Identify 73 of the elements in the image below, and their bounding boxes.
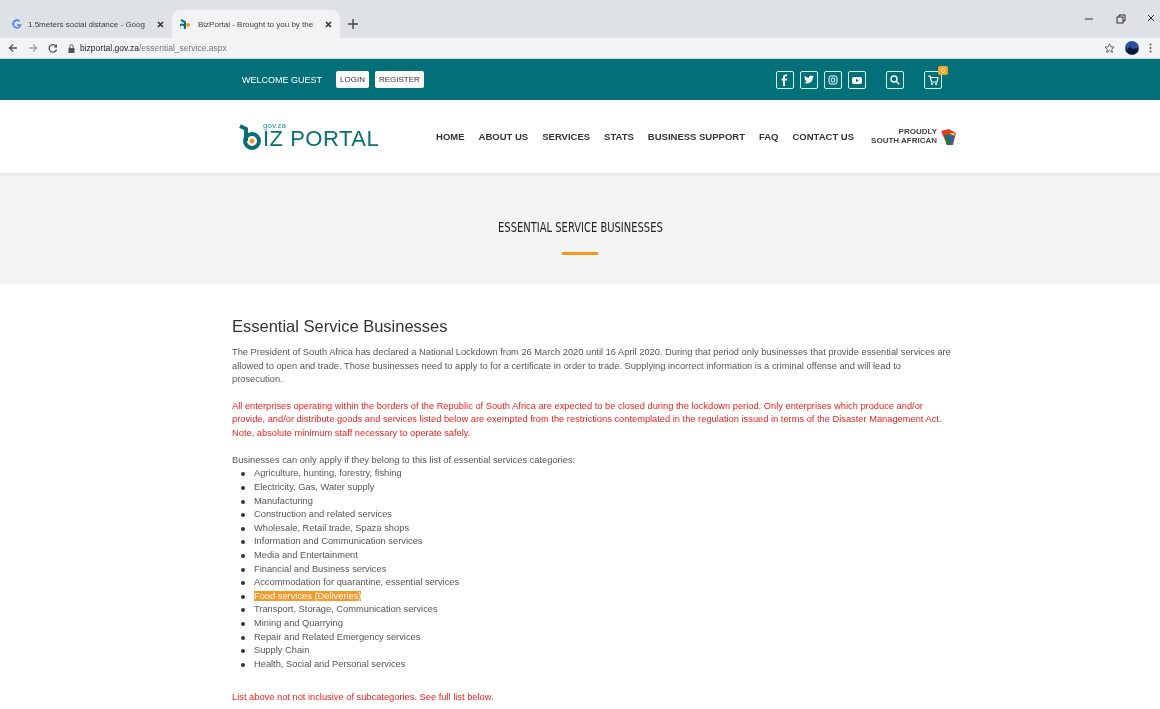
category-item: Construction and related services (254, 509, 392, 520)
reload-icon[interactable] (48, 43, 58, 53)
bullet-icon (241, 526, 245, 531)
menu-icon[interactable] (1149, 43, 1152, 53)
nav-link[interactable]: HOME (436, 131, 465, 142)
bullet-icon (241, 621, 245, 626)
logo-icon (237, 123, 263, 150)
category-item: Supply Chain (254, 645, 310, 656)
twitter-icon[interactable] (803, 73, 815, 86)
instagram-icon[interactable] (827, 73, 839, 86)
bullet-icon (241, 581, 245, 586)
logo-domain-text: gov.za (263, 120, 286, 130)
browser-tab[interactable]: BizPortal - Brought to you by the (172, 10, 340, 38)
category-item: Accommodation for quarantine, essential services (254, 577, 460, 588)
welcome-text: WELCOME GUEST (242, 74, 322, 85)
badge-text: SOUTH AFRICAN (871, 136, 937, 146)
body-text: The President of South Africa has declared a National Lockdown from 26 March 2020 until 16 April 2020. During that period only businesses that provide essential services are allowed to open and trade. Those businesses need to apply to for a certificate in order to trade. Supplying incorrect information is a criminal offense and will lead to prosecution. (232, 346, 952, 386)
bullet-icon (241, 553, 245, 558)
bullet-icon (241, 513, 245, 518)
category-item: Financial and Business services (254, 563, 387, 574)
register-button[interactable]: REGISTER (374, 71, 424, 88)
nav-link[interactable]: ABOUT US (478, 131, 529, 142)
tab-title: BizPortal - Brought to you by the (198, 19, 314, 29)
page-title: ESSENTIAL SERVICE BUSINESSES (497, 219, 663, 235)
bullet-icon (241, 635, 245, 640)
close-icon[interactable] (325, 20, 332, 28)
category-item: Food services (Deliveries) (254, 590, 362, 601)
warning-text: All enterprises operating within the borders of the Republic of South Africa are expected to be closed during the lockdown period. Only enterprises which produce and/or provide, and/or distribute goods and services listed below are exempted from the restrictions contemplated in the regulation issued in terms of the Disaster Management Act. Note, absolute minimum staff necessary to operate safely. (232, 400, 943, 440)
title-underline (562, 252, 598, 255)
back-icon[interactable] (8, 43, 18, 53)
lock-icon (68, 43, 75, 53)
flag-shield-icon (939, 127, 957, 146)
category-item: Electricity, Gas, Water supply (254, 481, 375, 492)
nav-link[interactable]: CONTACT US (792, 131, 855, 142)
category-item: Information and Communication services (254, 536, 423, 547)
bullet-icon (241, 472, 245, 477)
category-item: Transport, Storage, Communication services (254, 604, 438, 615)
section-heading: Essential Service Businesses (232, 320, 449, 334)
warning-text: List above not not inclusive of subcategories. See full list below. (232, 691, 495, 705)
bullet-icon (241, 594, 245, 599)
google-icon (12, 19, 22, 29)
bullet-icon (241, 499, 245, 504)
body-text: Businesses can only apply if they belong to this list of essential services categories: (232, 454, 577, 468)
category-item: Mining and Quarrying (254, 617, 343, 628)
category-item: Wholesale, Retail trade, Spaza shops (254, 522, 410, 533)
close-icon[interactable] (157, 20, 164, 28)
bullet-icon (241, 540, 245, 545)
close-icon[interactable] (1148, 14, 1154, 24)
cart-icon[interactable] (927, 73, 939, 86)
category-item: Media and Entertainment (254, 549, 358, 560)
bullet-icon (241, 649, 245, 654)
category-item: Repair and Related Emergency services (254, 631, 421, 642)
new-tab-icon[interactable] (348, 19, 358, 29)
nav-link[interactable]: STATS (604, 131, 634, 142)
logo-icon (180, 19, 192, 29)
restore-icon[interactable] (1116, 14, 1126, 24)
nav-link[interactable]: BUSINESS SUPPORT (647, 131, 745, 142)
nav-link[interactable]: FAQ (758, 131, 779, 142)
bullet-icon (241, 567, 245, 572)
star-icon[interactable] (1104, 42, 1115, 54)
category-item: Agriculture, hunting, forestry, fishing (254, 468, 402, 479)
badge-text: PROUDLY (898, 127, 937, 137)
bullet-icon (241, 608, 245, 613)
tab-title: 1.5meters social distance - Goog (28, 19, 145, 29)
avatar-icon[interactable] (1125, 41, 1139, 55)
bullet-icon (241, 485, 245, 490)
search-icon[interactable] (889, 73, 901, 86)
bullet-icon (241, 662, 245, 667)
category-item: Manufacturing (254, 495, 313, 506)
browser-tab[interactable]: 1.5meters social distance - Goog (4, 10, 172, 38)
login-button[interactable]: LOGIN (336, 71, 369, 88)
nav-link[interactable]: SERVICES (542, 131, 591, 142)
category-item: Health, Social and Personal services (254, 658, 406, 669)
